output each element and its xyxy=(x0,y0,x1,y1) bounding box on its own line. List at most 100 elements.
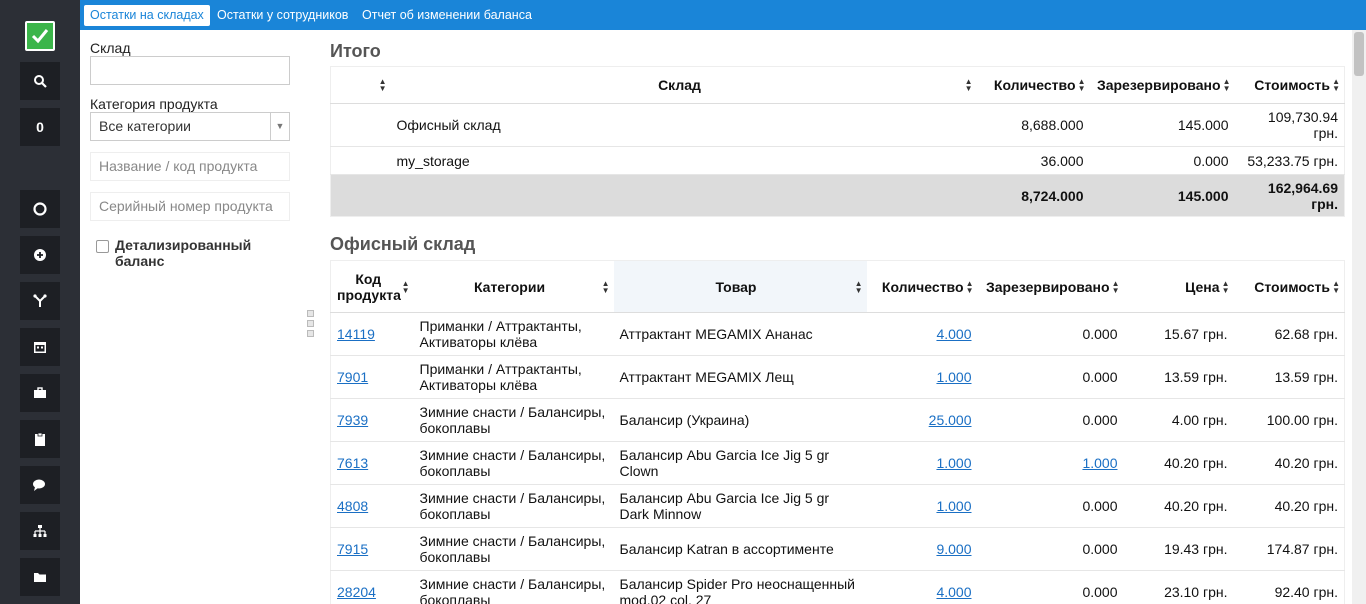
total-row: 8,724.000 145.000 162,964.69 грн. xyxy=(330,174,1345,217)
summary-col-reserved[interactable]: Зарезервировано ▲ ▼ xyxy=(1089,66,1235,104)
summary-col-warehouse[interactable]: Склад ▲ ▼ xyxy=(390,66,977,104)
qty-link[interactable]: 4.000 xyxy=(936,584,971,600)
cost-cell: 109,730.94 грн. xyxy=(1234,103,1345,147)
qty-link[interactable]: 1.000 xyxy=(936,369,971,385)
product-search-input[interactable]: Название / код продукта xyxy=(90,152,290,181)
col-price[interactable]: Цена ▲ ▼ xyxy=(1123,260,1234,313)
col-product-code[interactable]: Код продукта ▲ ▼ xyxy=(330,260,414,313)
chevron-down-icon[interactable]: ▼ xyxy=(270,113,289,140)
tab-warehouse-stock[interactable]: Остатки на складах xyxy=(84,5,210,26)
product-code-link[interactable]: 7939 xyxy=(337,412,368,428)
reserved-cell: 0.000 xyxy=(977,527,1124,571)
warehouse-name: my_storage xyxy=(390,146,977,175)
table-row: 14119 Приманки / Аттрактанты, Активаторы… xyxy=(330,312,1345,356)
sort-icon: ▲ ▼ xyxy=(1332,77,1340,93)
category-cell: Зимние снасти / Балансиры, бокоплавы xyxy=(413,398,614,442)
sort-icon: ▲ ▼ xyxy=(1077,77,1086,93)
item-cell: Балансир Abu Garcia Ice Jig 5 gr Dark Mi… xyxy=(613,484,867,528)
table-row: Офисный склад 8,688.000 145.000 109,730.… xyxy=(330,103,1345,147)
folder-icon[interactable] xyxy=(20,558,60,596)
search-icon[interactable] xyxy=(20,62,60,100)
qty-link[interactable]: 1.000 xyxy=(936,455,971,471)
item-cell: Аттрактант MEGAMIX Ананас xyxy=(613,312,867,356)
cost-cell: 62.68 грн. xyxy=(1233,312,1345,356)
qty-link[interactable]: 1.000 xyxy=(936,498,971,514)
main-content: Итого ▲ ▼ Склад ▲ ▼ Количество ▲ ▼ Зарезервир… xyxy=(330,30,1345,604)
scrollbar-thumb[interactable] xyxy=(1354,32,1364,76)
qty-link[interactable]: 4.000 xyxy=(936,326,971,342)
product-code-link[interactable]: 14119 xyxy=(337,326,375,342)
chat-icon[interactable] xyxy=(20,466,60,504)
tab-balance-changes[interactable]: Отчет об изменении баланса xyxy=(356,5,538,26)
cost-cell: 40.20 грн. xyxy=(1233,441,1345,485)
col-item[interactable]: Товар ▲ ▼ xyxy=(613,260,867,313)
reserved-link[interactable]: 1.000 xyxy=(1082,455,1117,471)
col-qty[interactable]: Количество ▲ ▼ xyxy=(866,260,978,313)
summary-table: ▲ ▼ Склад ▲ ▼ Количество ▲ ▼ Зарезервировано ▲… xyxy=(330,66,1345,217)
category-select[interactable]: Все категории ▼ xyxy=(90,112,290,141)
price-cell: 23.10 грн. xyxy=(1123,570,1234,604)
product-code-link[interactable]: 4808 xyxy=(337,498,368,514)
report-tabs: Остатки на складах Остатки у сотрудников… xyxy=(80,0,1366,30)
reserved-cell: 0.000 xyxy=(977,570,1124,604)
sort-icon: ▲ ▼ xyxy=(965,278,974,295)
product-code-link[interactable]: 7901 xyxy=(337,369,368,385)
detailed-balance-checkbox[interactable] xyxy=(96,240,109,253)
summary-col-cost[interactable]: Стоимость ▲ ▼ xyxy=(1234,66,1345,104)
category-select-value: Все категории xyxy=(99,118,191,134)
product-code-link[interactable]: 7613 xyxy=(337,455,368,471)
fork-icon[interactable] xyxy=(20,282,60,320)
item-cell: Балансир (Украина) xyxy=(613,398,867,442)
plus-circle-icon[interactable] xyxy=(20,236,60,274)
reserved-cell: 0.000 xyxy=(977,312,1124,356)
col-cost[interactable]: Стоимость ▲ ▼ xyxy=(1233,260,1345,313)
detailed-balance-label[interactable]: Детализированный баланс xyxy=(115,237,275,269)
qty-link[interactable]: 9.000 xyxy=(936,541,971,557)
category-cell: Зимние снасти / Балансиры, бокоплавы xyxy=(413,570,614,604)
category-cell: Приманки / Аттрактанты, Активаторы клёва xyxy=(413,355,614,399)
table-row: 7613 Зимние снасти / Балансиры, бокоплав… xyxy=(330,441,1345,485)
category-cell: Зимние снасти / Балансиры, бокоплавы xyxy=(413,484,614,528)
warehouse-name: Офисный склад xyxy=(390,103,977,147)
category-cell: Зимние снасти / Балансиры, бокоплавы xyxy=(413,441,614,485)
cart-count-button[interactable]: 0 xyxy=(20,108,60,146)
price-cell: 19.43 грн. xyxy=(1123,527,1234,571)
total-qty: 8,724.000 xyxy=(976,174,1090,217)
sort-icon: ▲ ▼ xyxy=(378,77,387,93)
panel-resize-handle[interactable] xyxy=(307,310,314,340)
product-code-link[interactable]: 28204 xyxy=(337,584,376,600)
tab-employee-stock[interactable]: Остатки у сотрудников xyxy=(211,5,354,26)
checkmark-logo-icon[interactable] xyxy=(25,21,55,51)
price-cell: 13.59 грн. xyxy=(1123,355,1234,399)
lifebuoy-icon[interactable] xyxy=(20,190,60,228)
col-reserved[interactable]: Зарезервировано ▲ ▼ xyxy=(977,260,1124,313)
clipboard-icon[interactable] xyxy=(20,420,60,458)
summary-col-qty[interactable]: Количество ▲ ▼ xyxy=(976,66,1090,104)
category-label: Категория продукта xyxy=(90,96,218,112)
serial-number-input[interactable]: Серийный номер продукта xyxy=(90,192,290,221)
sort-icon: ▲ ▼ xyxy=(1222,77,1231,93)
item-cell: Аттрактант MEGAMIX Лещ xyxy=(613,355,867,399)
sort-icon: ▲ ▼ xyxy=(964,77,973,93)
summary-col-blank[interactable]: ▲ ▼ xyxy=(330,66,391,104)
vertical-scrollbar[interactable] xyxy=(1352,30,1366,604)
reserved-cell: 0.000 xyxy=(977,484,1124,528)
table-row: 7939 Зимние снасти / Балансиры, бокоплав… xyxy=(330,398,1345,442)
calendar-icon[interactable] xyxy=(20,328,60,366)
sort-icon: ▲ ▼ xyxy=(854,278,863,295)
total-cost: 162,964.69 грн. xyxy=(1234,174,1345,217)
category-cell: Зимние снасти / Балансиры, бокоплавы xyxy=(413,527,614,571)
col-categories[interactable]: Категории ▲ ▼ xyxy=(413,260,614,313)
table-row: 4808 Зимние снасти / Балансиры, бокоплав… xyxy=(330,484,1345,528)
qty-link[interactable]: 25.000 xyxy=(929,412,972,428)
warehouse-label: Склад xyxy=(90,40,131,56)
product-code-link[interactable]: 7915 xyxy=(337,541,368,557)
sort-icon: ▲ ▼ xyxy=(401,278,410,295)
cost-cell: 174.87 грн. xyxy=(1233,527,1345,571)
warehouse-input[interactable] xyxy=(90,56,290,85)
qty-cell: 36.000 xyxy=(976,146,1090,175)
sort-icon: ▲ ▼ xyxy=(1332,278,1340,295)
cost-cell: 92.40 грн. xyxy=(1233,570,1345,604)
sitemap-icon[interactable] xyxy=(20,512,60,550)
briefcase-icon[interactable] xyxy=(20,374,60,412)
